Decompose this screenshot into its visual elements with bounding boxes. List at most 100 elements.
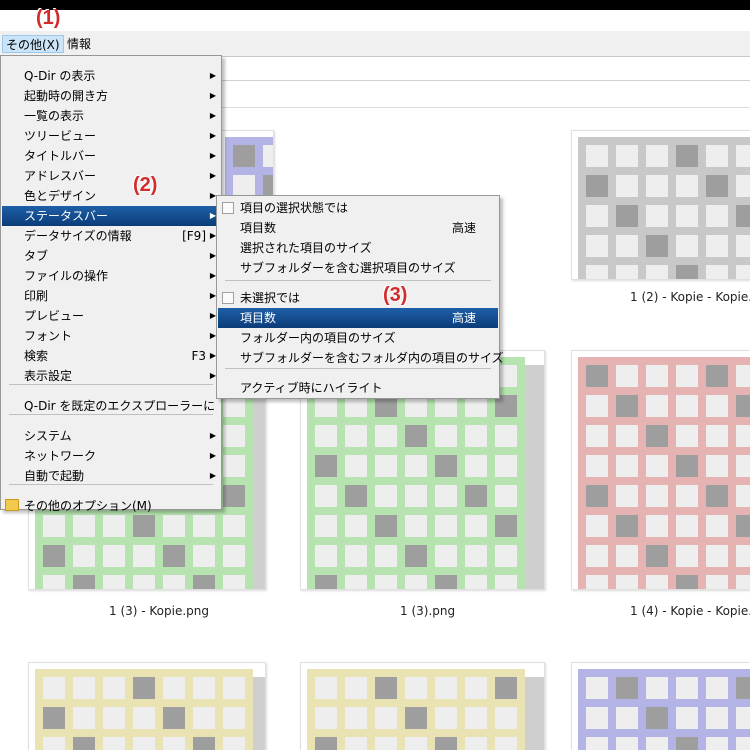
thumbnail-cell: [676, 515, 698, 537]
thumbnail-cell: [73, 677, 95, 699]
thumbnail-top-right[interactable]: [571, 130, 750, 280]
checkbox-icon[interactable]: [222, 292, 234, 304]
thumbnail-cell: [435, 485, 457, 507]
thumbnail-mid-right[interactable]: [571, 350, 750, 590]
thumbnail-cell: [73, 515, 95, 537]
thumbnail-cell: [345, 707, 367, 729]
thumbnail-cell: [405, 737, 427, 750]
menu-item-status-bar[interactable]: ステータスバー ▶: [2, 206, 220, 226]
thumbnail-cell: [646, 485, 668, 507]
thumbnail-cell: [345, 575, 367, 589]
thumbnail-cell: [465, 485, 487, 507]
menu-item-auto-start[interactable]: 自動で起動 ▶: [2, 466, 220, 486]
menu-item-label: プレビュー: [24, 309, 85, 323]
submenu-item-selected-item-size[interactable]: 選択された項目のサイズ: [218, 238, 498, 258]
thumbnail-image: [307, 669, 525, 750]
thumbnail-cell: [616, 365, 638, 387]
menu-item-tab[interactable]: タブ ▶: [2, 246, 220, 266]
submenu-item-folder-size-with-subfolders[interactable]: サブフォルダーを含むフォルダ内の項目のサイズ: [218, 348, 504, 368]
thumbnail-cell: [616, 425, 638, 447]
menu-item-list-view[interactable]: 一覧の表示 ▶: [2, 106, 220, 126]
menu-item-label: 一覧の表示: [24, 109, 85, 123]
menu-item-system[interactable]: システム ▶: [2, 426, 220, 446]
submenu-item-highlight-when-active[interactable]: アクティブ時にハイライト: [218, 378, 498, 398]
menu-item-network[interactable]: ネットワーク ▶: [2, 446, 220, 466]
menu-item-label: 印刷: [24, 289, 49, 303]
thumbnail-cell: [586, 455, 608, 477]
thumbnail-image: [578, 137, 750, 279]
menu-item-title-bar[interactable]: タイトルバー ▶: [2, 146, 220, 166]
menu-item-set-default-explorer[interactable]: Q-Dir を既定のエクスプローラーに: [2, 396, 220, 416]
thumbnail-cell: [495, 485, 517, 507]
thumbnail-cell: [736, 425, 750, 447]
thumbnail-cell: [73, 707, 95, 729]
menu-item-color-design[interactable]: 色とデザイン ▶: [2, 186, 220, 206]
thumbnail-cell: [103, 575, 125, 589]
menu-item-display-settings[interactable]: 表示設定 ▶: [2, 366, 220, 386]
menu-item-search[interactable]: 検索 F3 ▶: [2, 346, 220, 366]
menu-item-preview[interactable]: プレビュー ▶: [2, 306, 220, 326]
menu-separator: [225, 368, 491, 369]
thumbnail-cell: [233, 145, 255, 167]
menu-item-startup-open[interactable]: 起動時の開き方 ▶: [2, 86, 220, 106]
checkbox-icon[interactable]: [222, 202, 234, 214]
thumbnail-cell: [465, 575, 487, 589]
submenu-item-unselected-item-count[interactable]: 項目数 高速: [218, 308, 498, 328]
menu-item-other-options[interactable]: その他のオプション(M): [2, 496, 220, 516]
thumbnail-caption: 1 (2) - Kopie - Kopie.png: [630, 290, 750, 304]
menu-item-qdir-view[interactable]: Q-Dir の表示 ▶: [2, 66, 220, 86]
thumbnail-cell: [223, 515, 245, 537]
menu-item-font[interactable]: フォント ▶: [2, 326, 220, 346]
thumbnail-cell: [676, 485, 698, 507]
thumbnail-bottom-left[interactable]: [28, 662, 266, 750]
submenu-item-unselected-header[interactable]: 未選択では: [218, 288, 498, 308]
menu-other[interactable]: その他(X): [2, 35, 64, 53]
menu-item-address-bar[interactable]: アドレスバー ▶: [2, 166, 220, 186]
thumbnail-cell: [405, 545, 427, 567]
thumbnail-caption: 1 (4) - Kopie - Kopie.png: [630, 604, 750, 618]
menu-item-label: 検索: [24, 349, 49, 363]
thumbnail-cell: [263, 145, 273, 167]
thumbnail-cell: [736, 707, 750, 729]
thumbnail-cell: [706, 545, 728, 567]
menu-separator: [9, 414, 213, 415]
menu-info[interactable]: 情報: [64, 35, 94, 53]
thumbnail-cell: [345, 677, 367, 699]
submenu-item-folder-item-size[interactable]: フォルダー内の項目のサイズ: [218, 328, 498, 348]
thumbnail-cell: [646, 365, 668, 387]
thumbnail-cell: [223, 737, 245, 750]
thumbnail-cell: [646, 737, 668, 750]
thumbnail-cell: [706, 265, 728, 279]
thumbnail-cell: [586, 425, 608, 447]
thumbnail-cell: [375, 707, 397, 729]
submenu-arrow-icon: ▶: [209, 471, 216, 480]
thumbnail-cell: [736, 235, 750, 257]
submenu-item-selected-state-header[interactable]: 項目の選択状態では: [218, 198, 498, 218]
menu-item-data-size-info[interactable]: データサイズの情報 [F9] ▶: [2, 226, 220, 246]
thumbnail-cell: [676, 455, 698, 477]
thumbnail-bottom-center[interactable]: [300, 662, 545, 750]
thumbnail-bottom-right[interactable]: [571, 662, 750, 750]
menu-item-label: タイトルバー: [24, 149, 97, 163]
menu-item-print[interactable]: 印刷 ▶: [2, 286, 220, 306]
thumbnail-cell: [736, 737, 750, 750]
submenu-item-selected-size-with-subfolders[interactable]: サブフォルダーを含む選択項目のサイズ: [218, 258, 498, 278]
menu-item-tree-view[interactable]: ツリービュー ▶: [2, 126, 220, 146]
submenu-arrow-icon: ▶: [209, 131, 216, 140]
thumbnail-cell: [375, 515, 397, 537]
submenu-item-selected-item-count[interactable]: 項目数 高速: [218, 218, 498, 238]
thumbnail-cell: [676, 737, 698, 750]
thumbnail-cell: [616, 175, 638, 197]
menu-item-file-operation[interactable]: ファイルの操作 ▶: [2, 266, 220, 286]
thumbnail-cell: [133, 707, 155, 729]
thumbnail-cell: [435, 677, 457, 699]
thumbnail-cell: [375, 575, 397, 589]
submenu-item-label: サブフォルダーを含む選択項目のサイズ: [240, 261, 456, 275]
submenu-arrow-icon: ▶: [209, 111, 216, 120]
submenu-arrow-icon: ▶: [209, 451, 216, 460]
menu-item-label: ツリービュー: [24, 129, 97, 143]
thumbnail-cell: [405, 677, 427, 699]
thumbnail-image: [578, 669, 750, 750]
thumbnail-cell: [616, 737, 638, 750]
thumbnail-cell: [646, 545, 668, 567]
